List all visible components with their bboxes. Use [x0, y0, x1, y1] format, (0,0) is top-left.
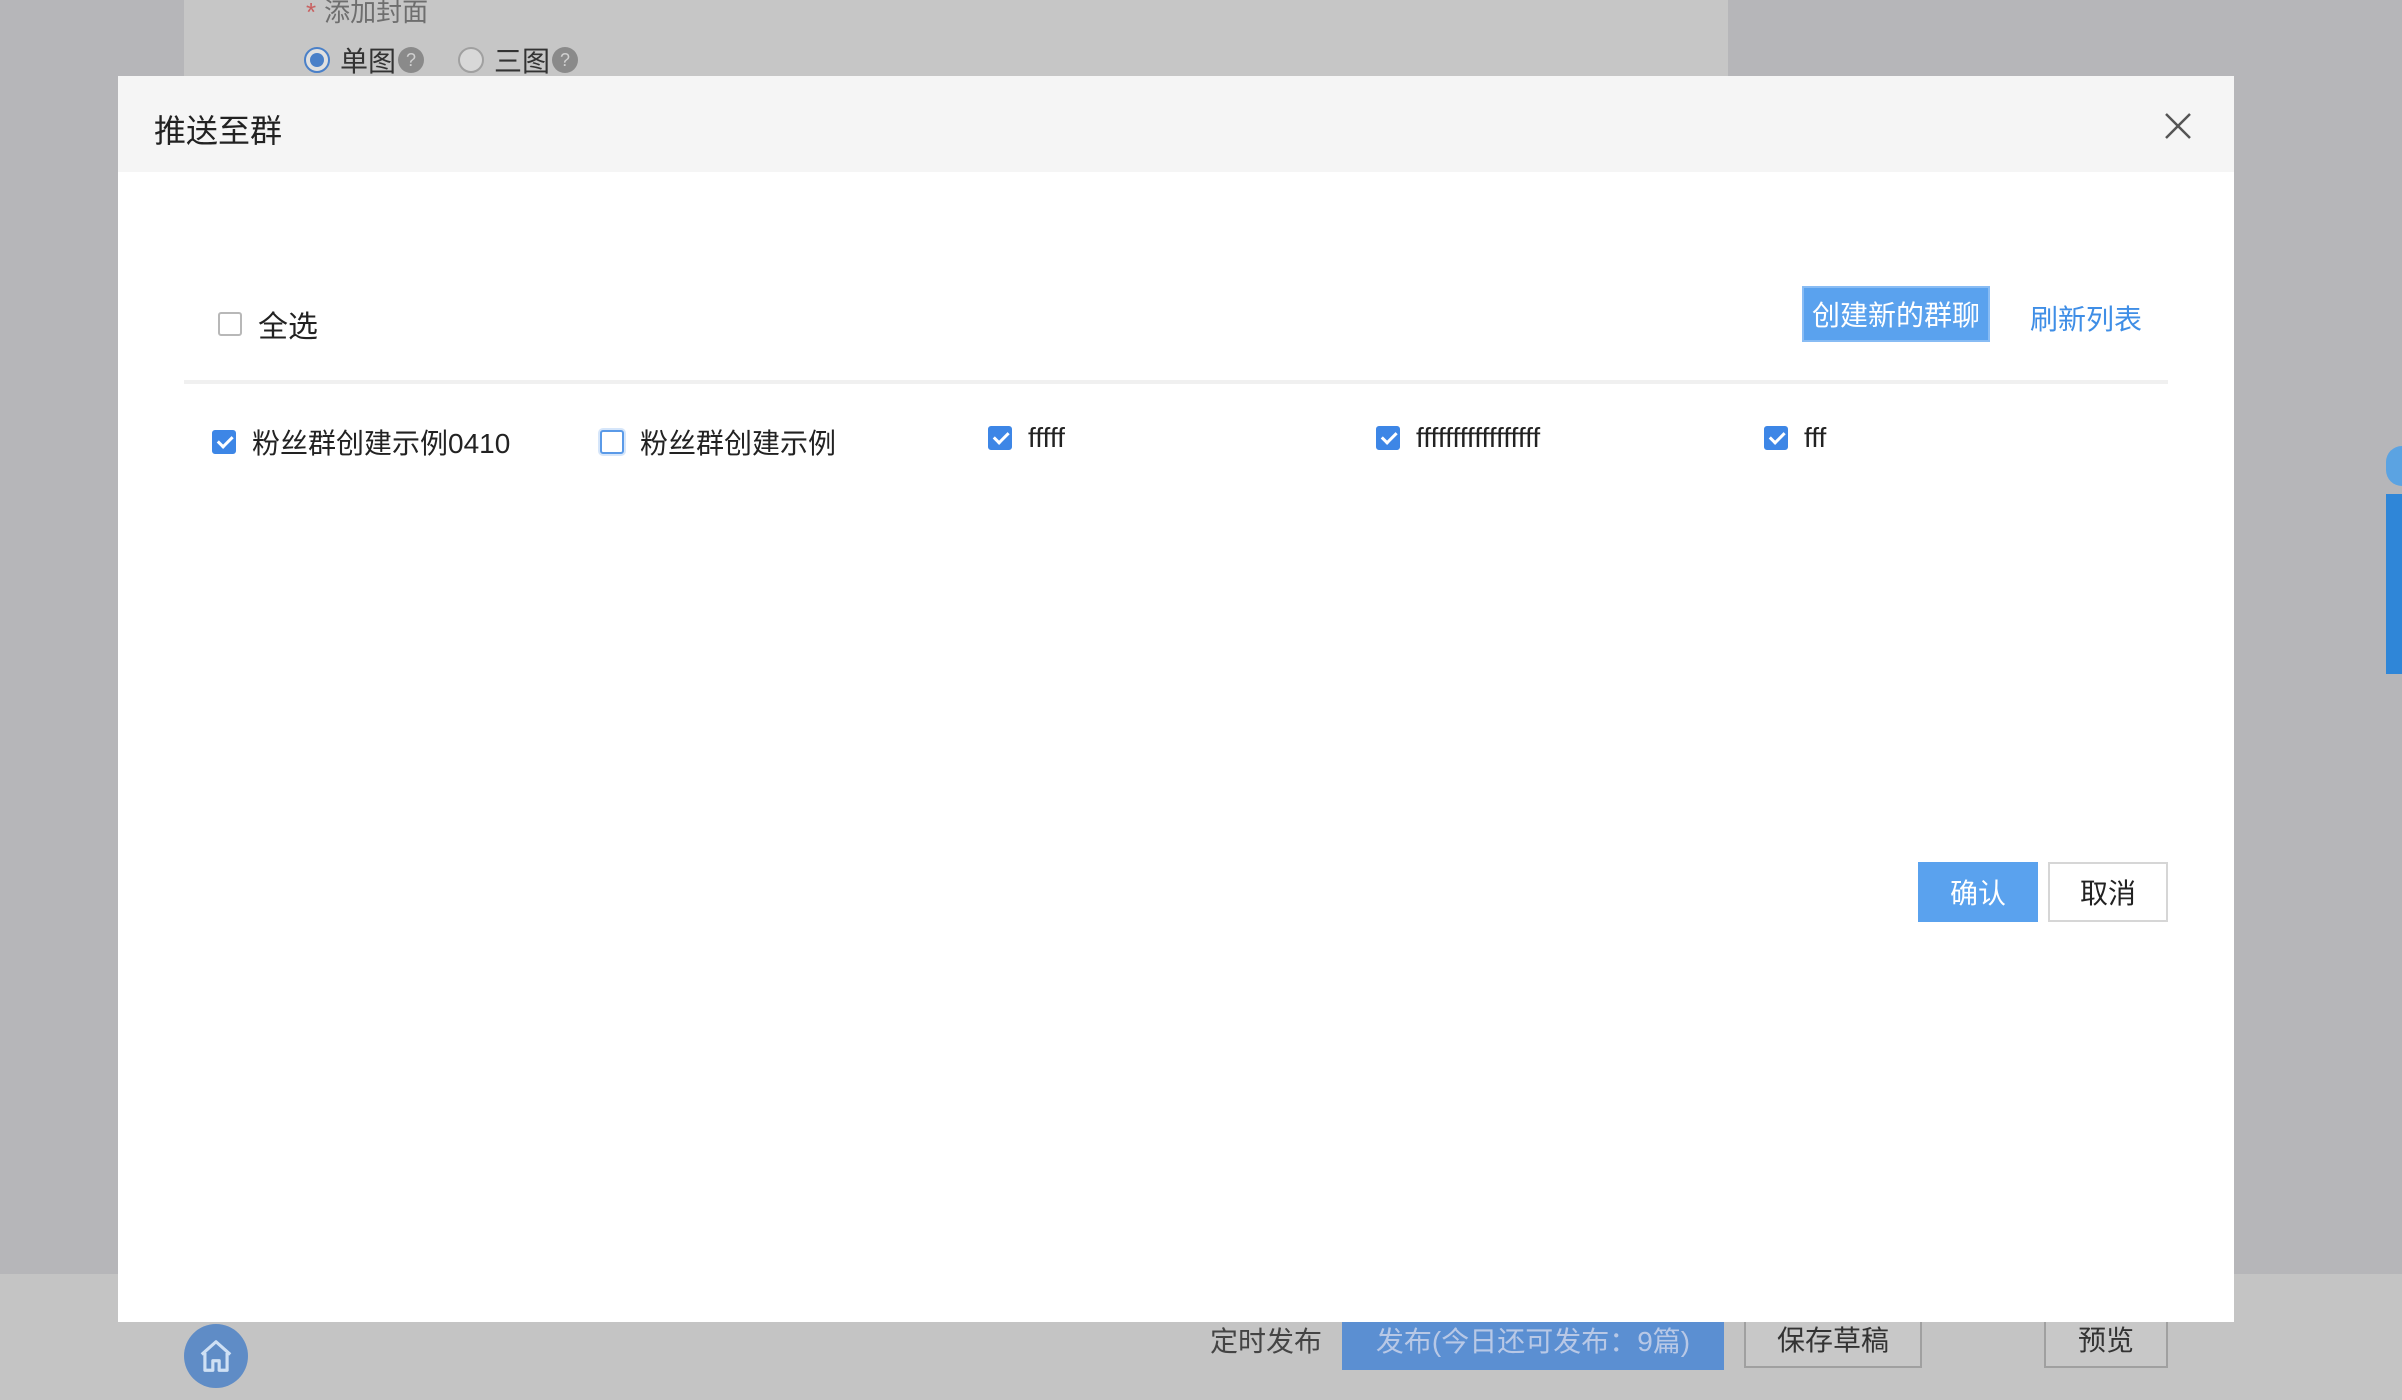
divider — [184, 380, 2168, 384]
group-name: 粉丝群创建示例 — [640, 428, 837, 459]
radio-three-images-label: 三图 — [494, 46, 551, 77]
radio-single-image-label: 单图 — [340, 46, 397, 77]
checkbox-box[interactable] — [218, 312, 242, 336]
checkbox-box[interactable] — [1376, 426, 1400, 450]
refresh-list-link[interactable]: 刷新列表 — [2030, 298, 2142, 338]
group-item[interactable]: fff — [1764, 422, 1826, 454]
dialog-title: 推送至群 — [154, 113, 283, 149]
help-icon[interactable]: ? — [552, 47, 579, 73]
home-icon — [200, 1340, 232, 1372]
close-button[interactable] — [2158, 106, 2198, 146]
create-group-button[interactable]: 创建新的群聊 — [1802, 286, 1990, 342]
group-name: fffffffffffffffff — [1416, 422, 1541, 453]
close-icon — [2165, 113, 2191, 139]
group-item[interactable]: 粉丝群创建示例0410 — [212, 422, 510, 462]
group-item[interactable]: fffffffffffffffff — [1376, 422, 1540, 454]
checkbox-box[interactable] — [1764, 426, 1788, 450]
side-widget-tab[interactable] — [2386, 494, 2402, 674]
checkbox-box[interactable] — [600, 430, 624, 454]
side-widget-handle[interactable] — [2386, 446, 2402, 486]
help-icon[interactable]: ? — [398, 47, 425, 73]
radio-single-image[interactable] — [304, 47, 330, 73]
dialog-header: 推送至群 — [118, 76, 2234, 172]
schedule-publish-link[interactable]: 定时发布 — [1210, 1320, 1322, 1360]
confirm-button[interactable]: 确认 — [1918, 862, 2038, 922]
radio-three-images[interactable] — [458, 47, 485, 73]
group-name: 粉丝群创建示例0410 — [252, 428, 511, 459]
group-name: fff — [1804, 422, 1827, 453]
checkbox-box[interactable] — [212, 430, 236, 454]
home-button[interactable] — [184, 1324, 248, 1388]
cancel-button[interactable]: 取消 — [2048, 862, 2168, 922]
select-all-checkbox[interactable]: 全选 — [218, 302, 318, 346]
group-name: fffff — [1028, 422, 1065, 453]
cover-field-label: * 添加封面 — [306, 0, 429, 27]
cover-radio-group: 单图 ? 三图 ? — [304, 40, 612, 80]
checkbox-box[interactable] — [988, 426, 1012, 450]
select-all-label: 全选 — [258, 311, 318, 344]
group-item[interactable]: 粉丝群创建示例 — [600, 422, 836, 462]
push-to-group-dialog: 推送至群 全选 创建新的群聊 刷新列表 粉丝群创建示例0410 粉丝群创建示例 … — [118, 76, 2234, 1322]
group-item[interactable]: fffff — [988, 422, 1065, 454]
